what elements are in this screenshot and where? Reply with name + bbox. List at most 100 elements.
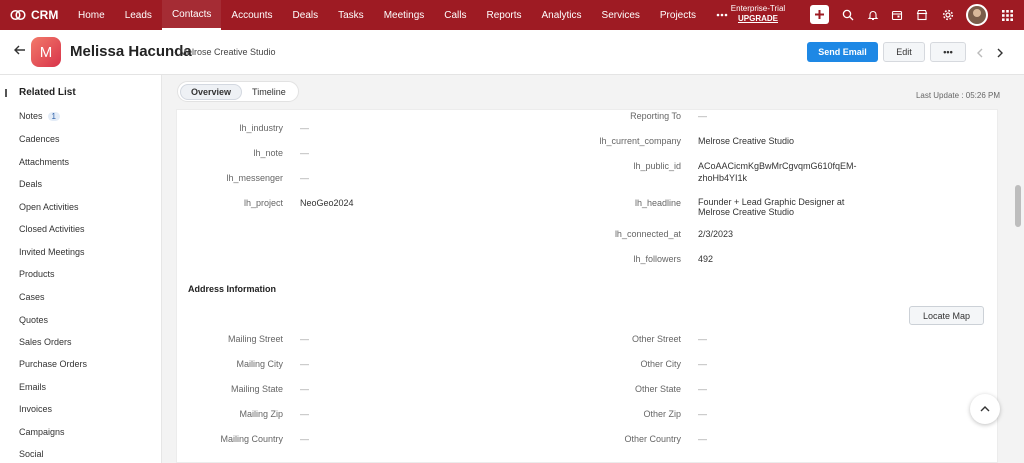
field-value[interactable]: — <box>300 409 309 419</box>
send-email-button[interactable]: Send Email <box>807 42 878 62</box>
field-value[interactable]: Melrose Creative Studio <box>698 136 794 146</box>
nav-deals[interactable]: Deals <box>283 0 329 30</box>
nav-home[interactable]: Home <box>68 0 115 30</box>
sidebar-item-label: Invited Meetings <box>19 247 85 257</box>
field-value[interactable]: 492 <box>698 254 713 264</box>
gear-icon <box>942 9 954 21</box>
field-label: Mailing Street <box>227 334 283 344</box>
upgrade-link[interactable]: UPGRADE <box>716 14 800 24</box>
field-value[interactable]: — <box>698 359 707 369</box>
sidebar-item-closed-activities[interactable]: Closed Activities <box>19 224 85 234</box>
field-value[interactable]: 2/3/2023 <box>698 229 733 239</box>
sidebar-item-emails[interactable]: Emails <box>19 382 46 392</box>
scrollbar-track[interactable] <box>1013 109 1024 463</box>
calendar-button[interactable] <box>888 6 906 24</box>
field-value[interactable]: — <box>698 111 707 121</box>
nav-tasks[interactable]: Tasks <box>328 0 374 30</box>
nav-services[interactable]: Services <box>592 0 650 30</box>
sidebar-item-purchase-orders[interactable]: Purchase Orders <box>19 359 87 369</box>
field-label: lh_note <box>253 148 283 158</box>
arrow-left-icon <box>14 45 25 55</box>
field-label: lh_public_id <box>633 161 681 171</box>
field-value[interactable]: NeoGeo2024 <box>300 198 354 208</box>
sidebar-item-products[interactable]: Products <box>19 269 55 279</box>
create-button[interactable] <box>810 5 829 24</box>
nav-projects[interactable]: Projects <box>650 0 706 30</box>
sidebar-item-label: Invoices <box>19 404 53 414</box>
sidebar-item-label: Notes <box>19 111 43 121</box>
collapse-handle[interactable] <box>5 89 7 97</box>
trial-label: Enterprise-Trial <box>730 4 786 13</box>
field-value[interactable]: — <box>300 173 309 183</box>
nav-accounts[interactable]: Accounts <box>221 0 282 30</box>
sidebar-item-cadences[interactable]: Cadences <box>19 134 60 144</box>
related-list-title: Related List <box>19 87 76 98</box>
nav-reports[interactable]: Reports <box>477 0 532 30</box>
sidebar-item-label: Social <box>19 449 44 459</box>
sidebar-item-label: Deals <box>19 179 43 189</box>
field-value[interactable]: — <box>698 334 707 344</box>
tab-overview[interactable]: Overview <box>180 83 243 100</box>
contact-company[interactable]: - Melrose Creative Studio <box>174 47 276 57</box>
search-icon <box>842 9 854 21</box>
apps-button[interactable] <box>998 6 1016 24</box>
field-value[interactable]: — <box>698 434 707 444</box>
nav-leads[interactable]: Leads <box>115 0 162 30</box>
sidebar-item-quotes[interactable]: Quotes <box>19 315 48 325</box>
settings-button[interactable] <box>939 6 957 24</box>
user-avatar[interactable] <box>966 4 988 26</box>
sidebar-item-label: Sales Orders <box>19 337 72 347</box>
field-value[interactable]: — <box>300 334 309 344</box>
sidebar-item-label: Cadences <box>19 134 60 144</box>
field-label: Mailing City <box>236 359 283 369</box>
last-update: Last Update : 05:26 PM <box>915 91 1000 100</box>
next-record-button[interactable] <box>994 46 1006 58</box>
field-value[interactable]: — <box>300 123 309 133</box>
edit-button[interactable]: Edit <box>883 42 925 62</box>
nav-meetings[interactable]: Meetings <box>374 0 435 30</box>
field-value[interactable]: — <box>698 384 707 394</box>
sidebar-item-sales-orders[interactable]: Sales Orders <box>19 337 72 347</box>
notifications-button[interactable] <box>864 6 882 24</box>
nav-analytics[interactable]: Analytics <box>532 0 592 30</box>
scrollbar-thumb[interactable] <box>1015 185 1021 227</box>
address-section-title: Address Information <box>188 284 277 294</box>
sidebar-item-label: Campaigns <box>19 427 65 437</box>
field-value[interactable]: — <box>698 409 707 419</box>
sidebar-item-campaigns[interactable]: Campaigns <box>19 427 65 437</box>
more-actions-button[interactable]: ••• <box>930 42 966 62</box>
field-value[interactable]: ACoAACicmKgBwMrCgvqmG610fqEM- <box>698 161 857 171</box>
sidebar-item-notes[interactable]: Notes 1 <box>19 111 60 121</box>
sidebar-item-invited-meetings[interactable]: Invited Meetings <box>19 247 85 257</box>
search-button[interactable] <box>839 6 857 24</box>
marketplace-button[interactable] <box>913 6 931 24</box>
sidebar-item-label: Emails <box>19 382 47 392</box>
sidebar-item-social[interactable]: Social <box>19 449 44 459</box>
back-button[interactable] <box>13 43 27 57</box>
field-value[interactable]: — <box>300 148 309 158</box>
nav-calls[interactable]: Calls <box>434 0 476 30</box>
field-label: Other Country <box>624 434 681 444</box>
scroll-to-top-button[interactable] <box>970 394 1000 424</box>
field-label: Reporting To <box>630 111 681 121</box>
sidebar-item-deals[interactable]: Deals <box>19 179 42 189</box>
field-value[interactable]: Founder + Lead Graphic Designer at <box>698 197 844 207</box>
locate-map-button[interactable]: Locate Map <box>909 306 984 325</box>
top-nav: CRM Home Leads Contacts Accounts Deals T… <box>0 0 1024 30</box>
field-value[interactable]: — <box>300 359 309 369</box>
field-label: Other City <box>640 359 681 369</box>
tab-timeline[interactable]: Timeline <box>242 84 296 100</box>
crm-logo[interactable]: CRM <box>0 8 68 22</box>
field-label: Other Zip <box>643 409 681 419</box>
nav-contacts[interactable]: Contacts <box>161 0 222 30</box>
field-value[interactable]: — <box>300 384 309 394</box>
sidebar-item-cases[interactable]: Cases <box>19 292 45 302</box>
sidebar-item-open-activities[interactable]: Open Activities <box>19 202 79 212</box>
field-label: lh_followers <box>633 254 681 264</box>
sidebar-item-label: Purchase Orders <box>19 359 88 369</box>
sidebar-item-attachments[interactable]: Attachments <box>19 157 69 167</box>
previous-record-button[interactable] <box>974 46 986 58</box>
sidebar-item-invoices[interactable]: Invoices <box>19 404 52 414</box>
field-value[interactable]: — <box>300 434 309 444</box>
field-value-continued: Melrose Creative Studio <box>698 207 795 217</box>
